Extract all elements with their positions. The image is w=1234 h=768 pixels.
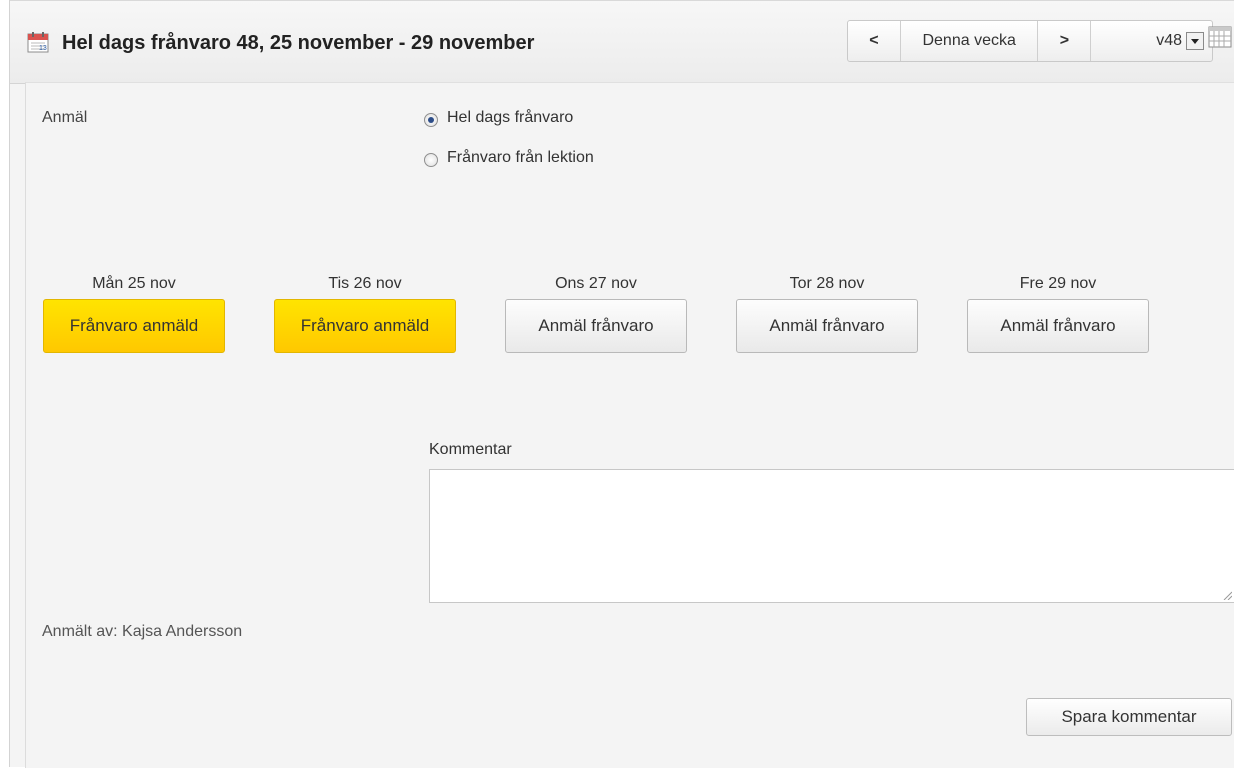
comment-label: Kommentar: [429, 441, 512, 458]
day-absence-button[interactable]: Anmäl frånvaro: [967, 299, 1149, 353]
this-week-button[interactable]: Denna vecka: [901, 21, 1039, 61]
reported-by-text: Anmält av: Kajsa Andersson: [42, 623, 243, 640]
next-week-button[interactable]: >: [1038, 21, 1092, 61]
calendar-icon: 13: [27, 32, 49, 53]
page-title: Hel dags frånvaro 48, 25 november - 29 n…: [62, 32, 535, 54]
day-absence-button[interactable]: Anmäl frånvaro: [505, 299, 687, 353]
prev-week-button[interactable]: <: [848, 21, 901, 61]
week-select-value: v48: [1156, 32, 1183, 49]
calendar-grid-icon[interactable]: [1208, 26, 1232, 48]
absence-app: 13 Hel dags frånvaro 48, 25 november - 2…: [9, 0, 1234, 768]
report-label: Anmäl: [42, 109, 88, 126]
resize-grip-icon[interactable]: [1222, 590, 1232, 600]
radio-full-day-label[interactable]: Hel dags frånvaro: [447, 109, 573, 127]
comment-field[interactable]: [429, 469, 1234, 603]
radio-lesson-label[interactable]: Frånvaro från lektion: [447, 149, 594, 167]
day-label: Tor 28 nov: [789, 275, 865, 292]
day-wednesday: Ons 27 nov Anmäl frånvaro: [505, 273, 687, 353]
day-monday: Mån 25 nov Frånvaro anmäld: [43, 273, 225, 353]
chevron-down-icon[interactable]: [1186, 32, 1205, 50]
week-select[interactable]: v48: [1091, 21, 1212, 61]
day-friday: Fre 29 nov Anmäl frånvaro: [967, 273, 1149, 353]
day-label: Ons 27 nov: [555, 275, 637, 292]
day-label: Mån 25 nov: [92, 275, 176, 292]
day-tuesday: Tis 26 nov Frånvaro anmäld: [274, 273, 456, 353]
day-absence-button[interactable]: Anmäl frånvaro: [736, 299, 918, 353]
day-absence-button[interactable]: Frånvaro anmäld: [43, 299, 225, 353]
report-panel: Anmäl Hel dags frånvaro Frånvaro från le…: [25, 82, 1234, 768]
day-absence-button[interactable]: Frånvaro anmäld: [274, 299, 456, 353]
svg-text:13: 13: [39, 45, 47, 52]
radio-full-day[interactable]: [424, 113, 438, 127]
day-label: Tis 26 nov: [328, 275, 402, 292]
header-bar: 13 Hel dags frånvaro 48, 25 november - 2…: [10, 0, 1234, 84]
radio-lesson[interactable]: [424, 153, 438, 167]
week-navigation: < Denna vecka > v48: [847, 20, 1213, 62]
day-label: Fre 29 nov: [1019, 275, 1097, 292]
save-comment-button[interactable]: Spara kommentar: [1026, 698, 1232, 736]
day-thursday: Tor 28 nov Anmäl frånvaro: [736, 273, 918, 353]
